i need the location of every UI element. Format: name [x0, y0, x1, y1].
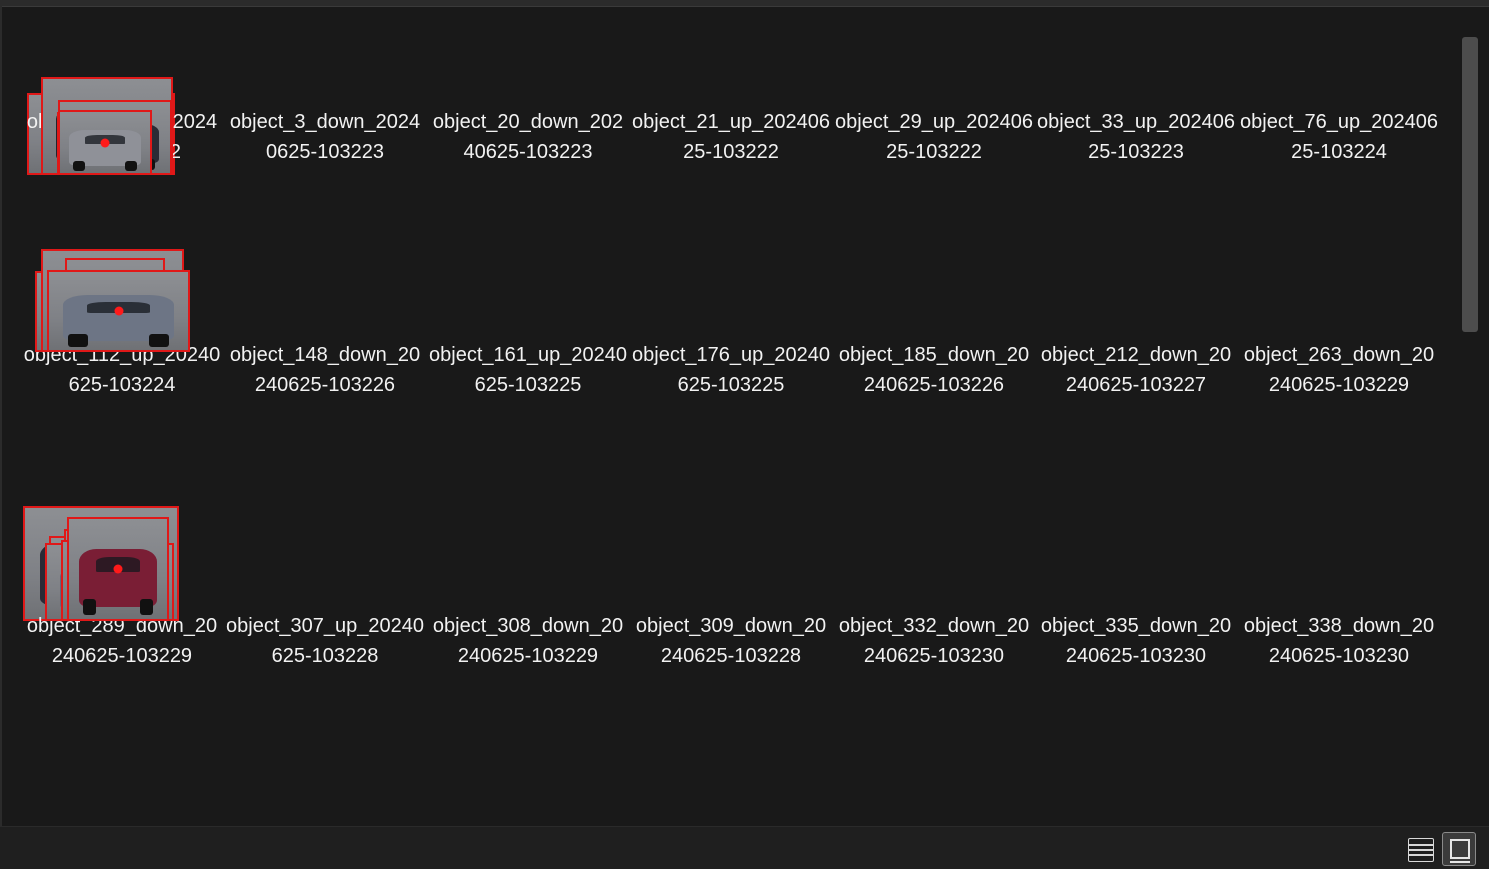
file-name-label: object_76_up_20240625-103224: [1240, 111, 1438, 163]
file-grid: object_1_down_20240625-103222object_3_do…: [3, 7, 1458, 825]
file-name-label: object_185_down_20240625-103226: [838, 344, 1030, 396]
window-left-border: [0, 6, 2, 826]
large-icons-view-button[interactable]: [1442, 832, 1476, 866]
file-name-label: object_335_down_20240625-103230: [1040, 615, 1232, 667]
file-name-label: object_309_down_20240625-103228: [635, 615, 827, 667]
file-name-label: object_307_up_20240625-103228: [226, 615, 424, 667]
file-name-label: object_332_down_20240625-103230: [838, 615, 1030, 667]
file-name-label: object_338_down_20240625-103230: [1243, 615, 1435, 667]
file-name-label: object_29_up_20240625-103222: [835, 111, 1033, 163]
file-thumbnail: [67, 517, 169, 621]
file-name-label: object_176_up_20240625-103225: [632, 344, 830, 396]
file-name-label: object_263_down_20240625-103229: [1243, 344, 1435, 396]
window-top-border: [0, 0, 1489, 7]
file-name-label: object_212_down_20240625-103227: [1040, 344, 1232, 396]
file-name-label: object_308_down_20240625-103229: [432, 615, 624, 667]
scrollbar-thumb[interactable]: [1462, 37, 1478, 332]
file-name-label: object_3_down_20240625-103223: [229, 111, 421, 163]
file-name-label: object_161_up_20240625-103225: [429, 344, 627, 396]
file-name-label: object_33_up_20240625-103223: [1037, 111, 1235, 163]
file-name-label: object_148_down_20240625-103226: [229, 344, 421, 396]
status-bar: [0, 826, 1489, 869]
file-name-label: object_20_down_20240625-103223: [432, 111, 624, 163]
file-thumbnail: [58, 110, 152, 175]
file-name-label: object_21_up_20240625-103222: [632, 111, 830, 163]
file-thumbnail: [47, 270, 190, 352]
details-view-button[interactable]: [1405, 833, 1439, 867]
